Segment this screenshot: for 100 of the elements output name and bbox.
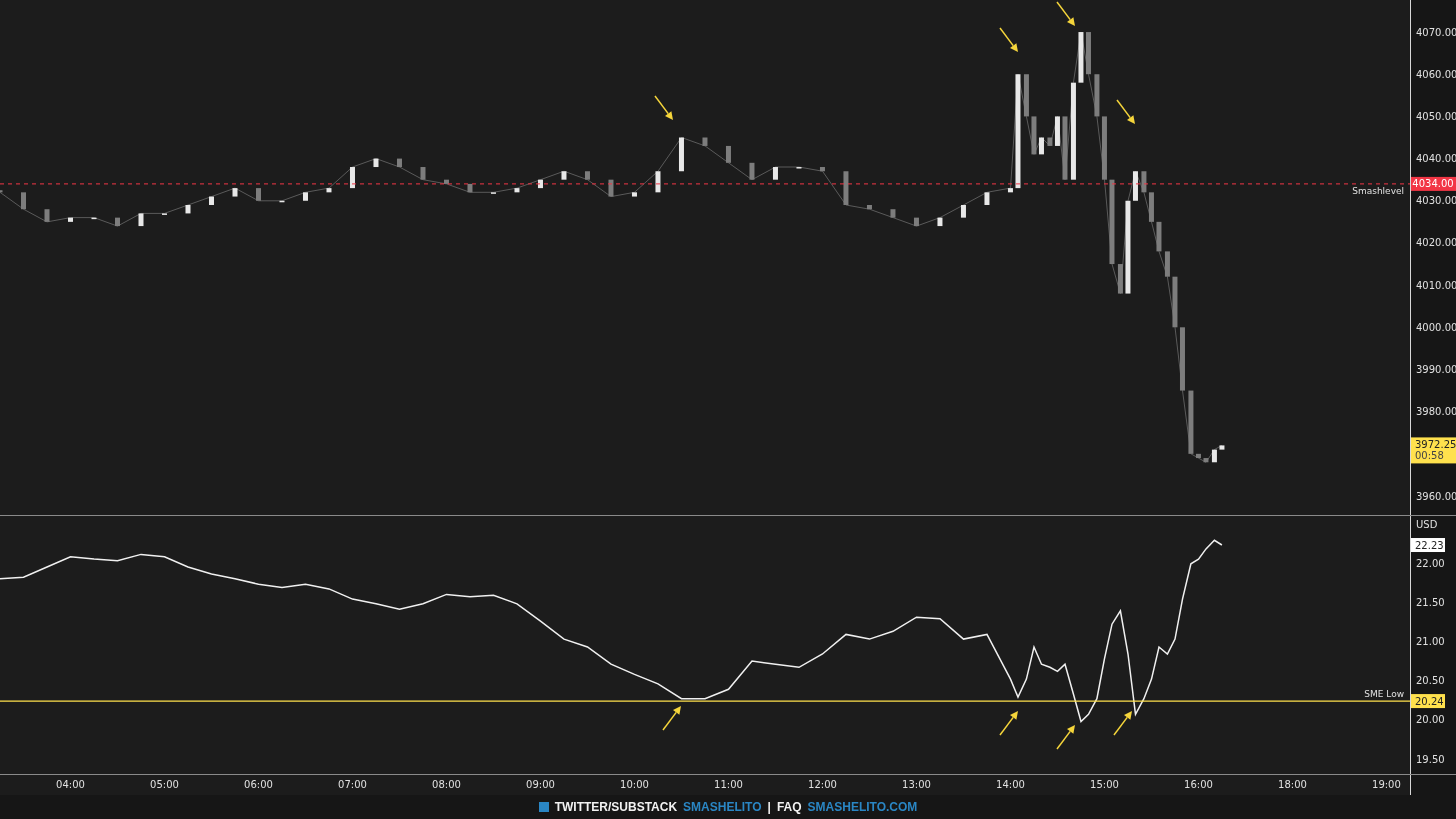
time-axis-label: 14:00 (996, 779, 1025, 790)
candle (1007, 188, 1013, 193)
indicator-axis-label: 20.00 (1416, 714, 1445, 726)
candle (1078, 32, 1084, 83)
indicator-axis-label: 21.50 (1416, 596, 1445, 608)
candle (749, 162, 755, 180)
candle (397, 158, 402, 168)
candle (326, 188, 332, 193)
candle (1164, 251, 1170, 277)
candle (1086, 32, 1091, 75)
time-axis-label: 10:00 (620, 779, 649, 790)
candle (890, 209, 896, 218)
arrow (1113, 711, 1132, 736)
price-axis-label: 4040.00 (1416, 153, 1456, 165)
indicator-axis-label: 21.00 (1416, 635, 1445, 647)
footer-label: | (767, 800, 771, 814)
candle (467, 183, 473, 193)
time-axis-label: 05:00 (150, 779, 179, 790)
candle (185, 205, 191, 214)
footer-label: FAQ (776, 800, 802, 814)
candle (68, 217, 73, 222)
price-axis-label: 3960.00 (1416, 490, 1456, 502)
candle (232, 188, 238, 197)
arrow (999, 27, 1018, 52)
square-icon (538, 802, 549, 812)
candle (725, 145, 731, 163)
candle (937, 217, 943, 227)
candle (1023, 74, 1029, 117)
candle (1062, 116, 1068, 180)
axis-currency: USD (1416, 519, 1438, 530)
candle (1211, 449, 1217, 463)
level-label: Smashlevel (1352, 185, 1404, 196)
candle (1031, 116, 1037, 155)
time-axis-label: 15:00 (1090, 779, 1119, 790)
candle (44, 209, 50, 222)
footer-link[interactable]: SMASHELITO (683, 800, 762, 814)
candle (960, 205, 966, 218)
price-axis-label: 4050.00 (1416, 110, 1456, 122)
last-value-tag: 22.23 (1411, 538, 1445, 552)
time-axis-label: 07:00 (338, 779, 367, 790)
candle (256, 188, 261, 201)
candle (514, 188, 520, 193)
candle (138, 213, 144, 227)
candle (984, 192, 990, 205)
candle (772, 167, 778, 180)
price-axis-label: 3980.00 (1416, 406, 1456, 418)
candle (608, 179, 614, 197)
candle (843, 171, 849, 205)
footer-link[interactable]: SMASHELITO.COM (807, 800, 918, 814)
candle (303, 192, 308, 201)
candle (21, 192, 26, 210)
price-axis-label: 4020.00 (1416, 237, 1456, 249)
level-tag: 20.24 (1411, 694, 1445, 709)
price-axis-label: 4030.00 (1416, 195, 1456, 207)
price-axis-label: 3990.00 (1416, 364, 1456, 375)
level-tag: 4034.00 (1411, 176, 1456, 191)
arrow (654, 95, 673, 120)
candle (561, 171, 567, 180)
price-axis-label: 4070.00 (1416, 26, 1456, 38)
candle (631, 192, 637, 197)
candle (678, 137, 684, 172)
candle (420, 167, 426, 180)
candle (702, 137, 708, 146)
candle (115, 217, 120, 227)
candle (1117, 264, 1123, 294)
time-axis-label: 08:00 (432, 779, 461, 790)
candle (913, 217, 919, 227)
indicator-axis-label: 22.00 (1416, 557, 1445, 569)
candle (585, 171, 590, 180)
candle (1219, 445, 1225, 450)
price-axis-label: 4010.00 (1416, 279, 1456, 291)
footer-label: TWITTER/SUBSTACK (554, 800, 678, 814)
candle (209, 196, 214, 205)
price-axis-label: 4000.00 (1416, 321, 1456, 333)
arrow (1056, 725, 1075, 750)
time-axis-label: 18:00 (1278, 779, 1307, 790)
last-price-tag: 3972.25 00:58 (1411, 437, 1456, 464)
candle (655, 171, 661, 193)
time-axis-label: 12:00 (808, 779, 837, 790)
candle (538, 179, 543, 189)
candle (350, 167, 355, 189)
arrow (1116, 99, 1135, 124)
indicator-axis-label: 19.50 (1416, 753, 1445, 765)
time-axis-label: 09:00 (526, 779, 555, 790)
time-axis-label: 16:00 (1184, 779, 1213, 790)
candle (91, 217, 97, 220)
candle (866, 205, 872, 210)
time-axis-label: 11:00 (714, 779, 743, 790)
candle (373, 158, 379, 168)
level-label: SME Low (1364, 689, 1404, 700)
time-axis-label: 04:00 (56, 779, 85, 790)
arrow (662, 706, 681, 731)
candle (444, 179, 449, 184)
candle (1039, 137, 1044, 155)
arrow (999, 711, 1018, 736)
time-axis-label: 06:00 (244, 779, 273, 790)
candle (0, 190, 3, 193)
price-axis-label: 4060.00 (1416, 68, 1456, 80)
candle (279, 200, 285, 203)
candle (1156, 221, 1162, 252)
